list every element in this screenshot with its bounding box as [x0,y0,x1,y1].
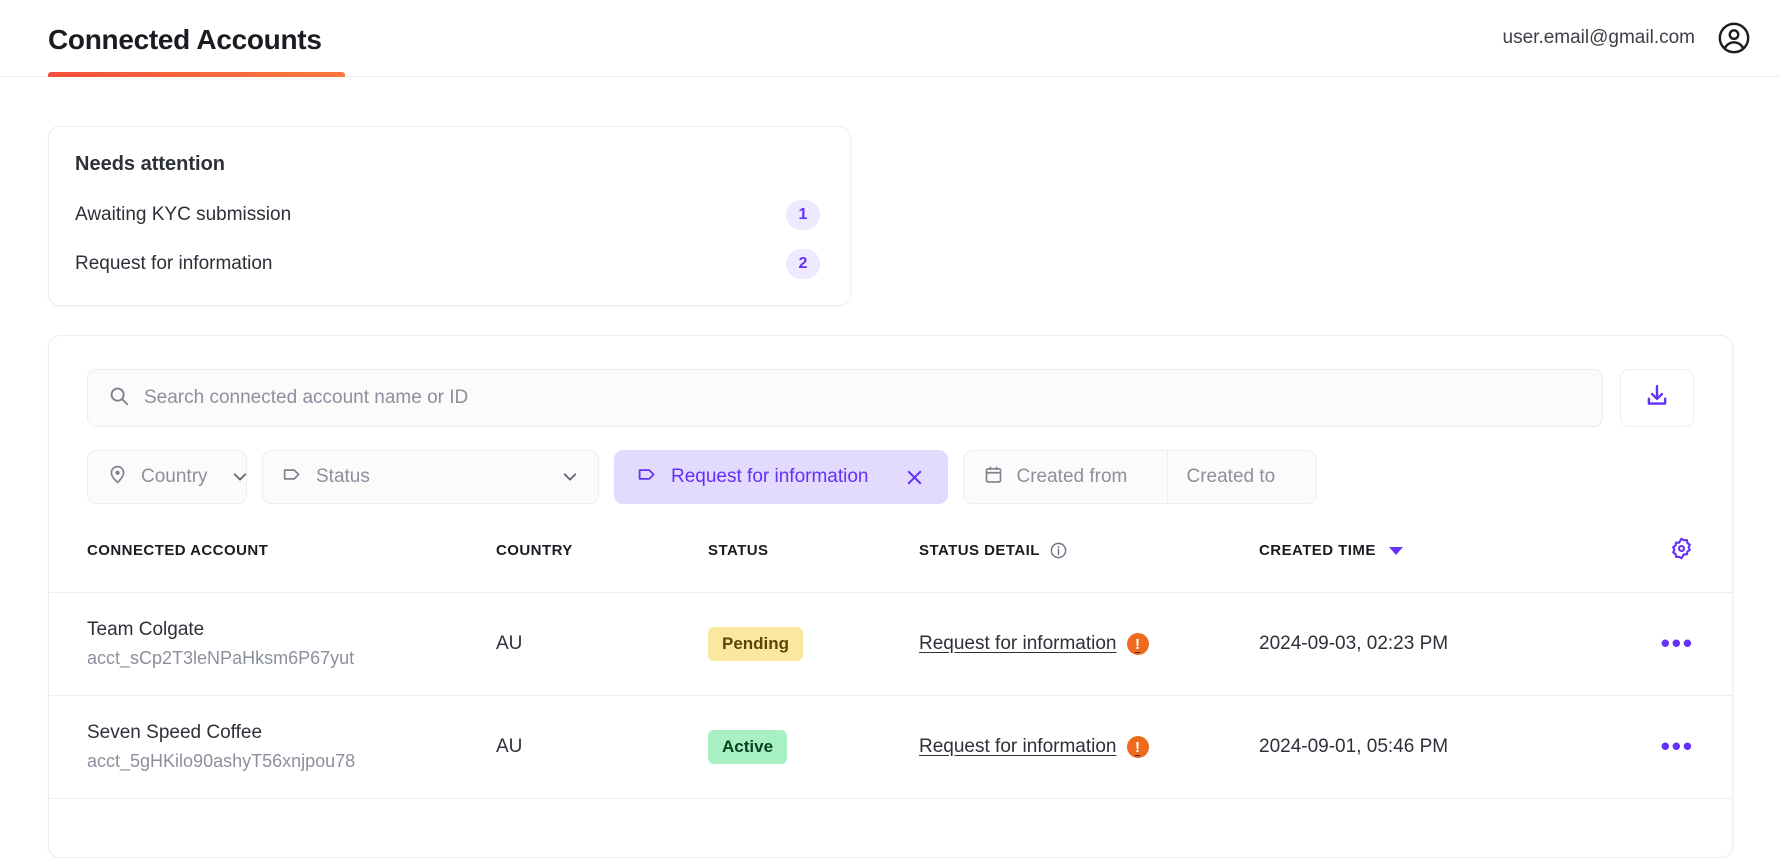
needs-attention-label: Request for information [75,253,273,274]
cell-status-detail: Request for information ! [919,695,1259,799]
needs-attention-count-badge: 2 [786,249,820,279]
page-title-container: Connected Accounts [48,0,345,77]
download-button[interactable] [1620,369,1694,427]
filter-chip-label: Status [316,466,370,487]
cell-created-time: 2024-09-03, 02:23 PM [1259,592,1579,696]
filter-chip-request-for-information[interactable]: Request for information [614,450,948,504]
cell-status: Pending [708,592,919,696]
column-label: CREATED TIME [1259,542,1376,559]
created-from-field[interactable]: Created from [964,451,1167,503]
filter-chip-status[interactable]: Status [262,450,599,504]
search-row [87,369,1694,427]
alert-icon: ! [1126,633,1149,655]
needs-attention-title: Needs attention [75,153,226,175]
search-box[interactable] [87,369,1603,427]
column-header-settings[interactable] [1579,504,1732,593]
more-horizontal-icon[interactable]: ••• [1661,628,1694,658]
top-header-bar: Connected Accounts user.email@gmail.com [0,0,1781,77]
cell-connected-account: Seven Speed Coffee acct_5gHKilo90ashyT56… [49,695,496,799]
column-label: COUNTRY [496,542,573,559]
calendar-icon [983,464,1004,491]
account-id: acct_sCp2T3leNPaHksm6P67yut [87,648,355,668]
column-header-created-time[interactable]: CREATED TIME [1259,504,1579,593]
search-icon [108,385,130,412]
column-header-country[interactable]: COUNTRY [496,504,708,593]
location-pin-icon [107,464,128,490]
tag-icon [637,464,658,490]
user-email-label: user.email@gmail.com [1502,27,1695,48]
filter-chip-country[interactable]: Country [87,450,247,504]
column-label: STATUS DETAIL [919,542,1040,559]
more-horizontal-icon[interactable]: ••• [1661,731,1694,761]
filter-chip-row: Country Status Request for information C… [87,450,1694,504]
table-row[interactable]: Seven Speed Coffee acct_5gHKilo90ashyT56… [49,695,1732,799]
created-to-placeholder: Created to [1186,466,1276,487]
account-name: Team Colgate [87,619,205,640]
column-label: CONNECTED ACCOUNT [87,542,269,559]
info-icon[interactable] [1049,541,1068,560]
close-icon[interactable] [904,467,925,488]
column-label: STATUS [708,542,769,559]
table-toolbar: Country Status [49,336,1732,504]
search-input[interactable] [144,387,1582,409]
connected-accounts-table: CONNECTED ACCOUNT COUNTRY STATUS STATUS … [49,504,1732,799]
sort-descending-icon[interactable] [1388,546,1403,555]
account-id: acct_5gHKilo90ashyT56xnjpou78 [87,751,356,771]
status-badge: Pending [708,627,804,661]
alert-icon: ! [1126,736,1149,758]
cell-country: AU [496,592,708,696]
needs-attention-card: Needs attention Awaiting KYC submission … [48,126,851,306]
header-user-area: user.email@gmail.com [1503,21,1751,55]
account-circle-icon[interactable] [1717,21,1751,55]
table-header: CONNECTED ACCOUNT COUNTRY STATUS STATUS … [49,504,1732,593]
needs-attention-item-rfi[interactable]: Request for information 2 [75,247,820,281]
created-to-field[interactable]: Created to [1166,451,1316,503]
chevron-down-icon [563,473,577,481]
created-date-range-filter: Created from Created to [962,450,1317,504]
status-detail-link[interactable]: Request for information ! [919,736,1149,758]
cell-row-actions: ••• [1579,592,1732,696]
status-badge: Active [708,730,788,764]
table-row[interactable]: Team Colgate acct_sCp2T3leNPaHksm6P67yut… [49,592,1732,696]
download-icon [1644,383,1670,414]
needs-attention-label: Awaiting KYC submission [75,204,292,225]
created-from-placeholder: Created from [1016,466,1128,487]
status-detail-label: Request for information [919,633,1117,654]
needs-attention-item-kyc[interactable]: Awaiting KYC submission 1 [75,198,820,232]
filter-chip-label: Request for information [671,466,869,487]
table-footer [49,799,1732,857]
table-header-row: CONNECTED ACCOUNT COUNTRY STATUS STATUS … [49,504,1732,593]
status-detail-label: Request for information [919,736,1117,757]
filter-chip-label: Country [141,466,208,487]
page-title: Connected Accounts [48,24,322,55]
column-header-status[interactable]: STATUS [708,504,919,593]
cell-status-detail: Request for information ! [919,592,1259,696]
needs-attention-count-badge: 1 [786,200,820,230]
chevron-down-icon [233,473,246,481]
gear-icon[interactable] [1669,536,1694,561]
cell-row-actions: ••• [1579,695,1732,799]
cell-created-time: 2024-09-01, 05:46 PM [1259,695,1579,799]
page-content: Needs attention Awaiting KYC submission … [0,126,1781,858]
column-header-connected-account[interactable]: CONNECTED ACCOUNT [49,504,496,593]
cell-country: AU [496,695,708,799]
tag-icon [282,464,303,490]
account-name: Seven Speed Coffee [87,722,263,743]
cell-connected-account: Team Colgate acct_sCp2T3leNPaHksm6P67yut [49,592,496,696]
active-tab-underline [48,71,345,77]
connected-accounts-table-card: Country Status [48,335,1733,858]
cell-status: Active [708,695,919,799]
column-header-status-detail[interactable]: STATUS DETAIL [919,504,1259,593]
status-detail-link[interactable]: Request for information ! [919,633,1149,655]
table-body: Team Colgate acct_sCp2T3leNPaHksm6P67yut… [49,592,1732,799]
